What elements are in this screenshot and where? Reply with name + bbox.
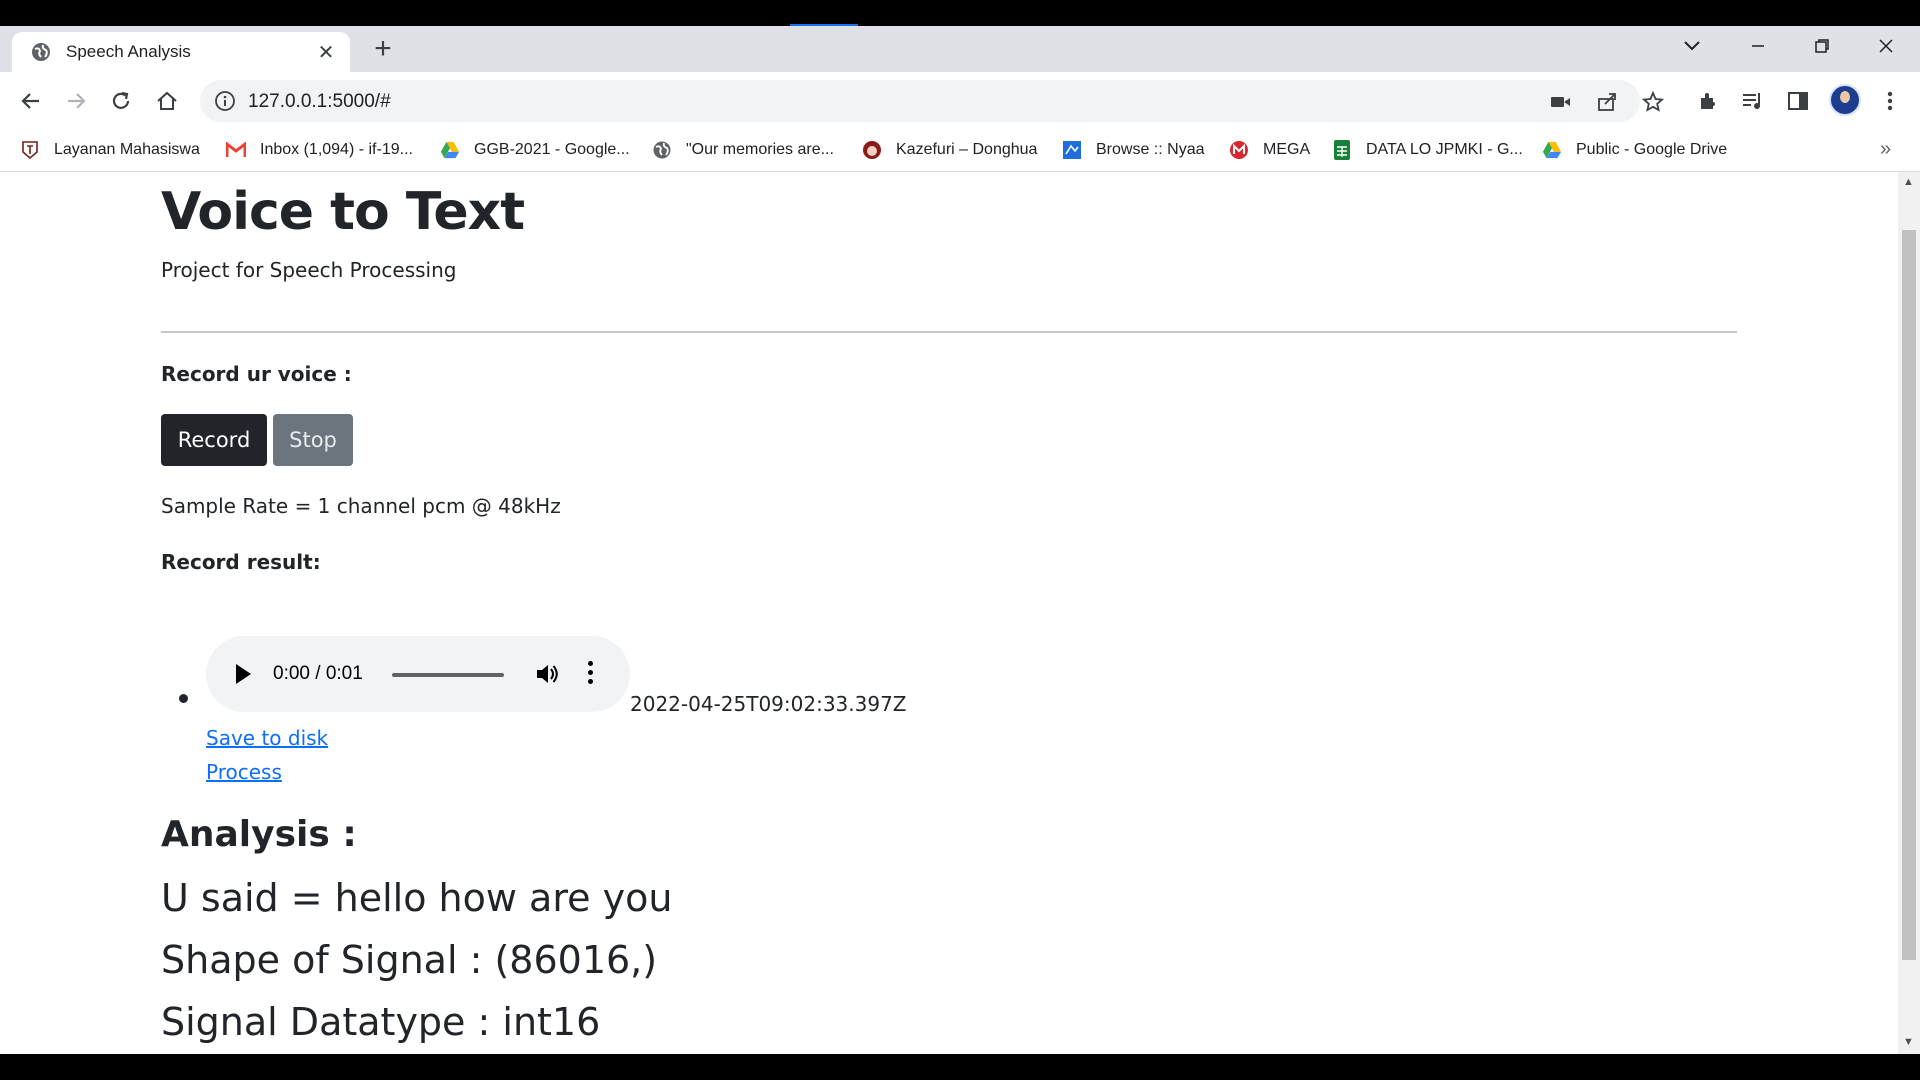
forward-icon[interactable] <box>59 84 93 118</box>
process-link[interactable]: Process <box>206 760 282 784</box>
scroll-down-arrow-icon[interactable]: ▼ <box>1903 1036 1914 1048</box>
home-icon[interactable] <box>150 84 184 118</box>
sample-rate-text: Sample Rate = 1 channel pcm @ 48kHz <box>161 494 561 518</box>
audio-progress-slider[interactable] <box>392 673 504 677</box>
google-sheets-icon <box>1332 140 1352 160</box>
side-panel-icon[interactable] <box>1781 84 1815 118</box>
share-icon[interactable] <box>1594 89 1620 115</box>
bookmark-label: Layanan Mahasiswa <box>54 141 200 158</box>
bookmark-kazefuri[interactable]: Kazefuri – Donghua <box>862 138 1037 162</box>
bookmark-star-icon[interactable] <box>1640 89 1666 115</box>
kazefuri-icon <box>862 140 882 160</box>
tab-strip: Speech Analysis ✕ + <box>0 26 1920 72</box>
url-text: 127.0.0.1:5000/# <box>248 91 391 112</box>
address-bar[interactable]: 127.0.0.1:5000/# <box>200 80 1664 122</box>
bookmark-our-memories[interactable]: "Our memories are... <box>652 138 834 162</box>
browser-menu-icon[interactable] <box>1873 84 1907 118</box>
recording-timestamp: 2022-04-25T09:02:33.397Z <box>630 692 907 716</box>
new-tab-button[interactable]: + <box>368 34 398 64</box>
tab-title: Speech Analysis <box>66 42 191 61</box>
mega-icon <box>1229 140 1249 160</box>
record-label: Record ur voice : <box>161 362 352 386</box>
audio-options-icon[interactable] <box>587 661 593 684</box>
gmail-icon <box>226 140 246 160</box>
tab-search-chevron-icon[interactable] <box>1662 26 1722 66</box>
result-signal-datatype: Signal Datatype : int16 <box>161 1000 601 1044</box>
close-window-icon[interactable] <box>1856 26 1916 66</box>
result-transcript: U said = hello how are you <box>161 876 673 920</box>
google-drive-icon <box>440 140 460 160</box>
restore-icon[interactable] <box>1792 26 1852 66</box>
bookmark-label: Kazefuri – Donghua <box>896 141 1038 158</box>
record-button[interactable]: Record <box>161 414 267 466</box>
bookmark-label: Public - Google Drive <box>1576 141 1728 158</box>
screen-bottom-strip <box>0 1054 1920 1080</box>
list-bullet <box>179 694 188 703</box>
more-bookmarks-chevron-icon[interactable]: » <box>1880 138 1891 161</box>
bookmark-public-google-drive[interactable]: Public - Google Drive <box>1542 138 1727 162</box>
result-signal-shape: Shape of Signal : (86016,) <box>161 938 658 982</box>
nyaa-icon <box>1062 140 1082 160</box>
bookmark-label: "Our memories are... <box>686 141 834 158</box>
bookmark-inbox[interactable]: Inbox (1,094) - if-19... <box>226 138 413 162</box>
scrollbar-thumb[interactable] <box>1902 230 1916 960</box>
bookmark-label: GGB-2021 - Google... <box>474 141 630 158</box>
stop-button[interactable]: Stop <box>273 414 353 466</box>
bookmark-label: DATA LO JPMKI - G... <box>1366 141 1523 158</box>
analysis-title: Analysis : <box>161 814 357 855</box>
record-result-label: Record result: <box>161 550 321 574</box>
bookmarks-bar: Layanan Mahasiswa Inbox (1,094) - if-19.… <box>0 128 1920 172</box>
volume-icon[interactable] <box>534 661 560 691</box>
audio-player[interactable]: 0:00 / 0:01 <box>206 636 630 712</box>
google-drive-icon <box>1542 140 1562 160</box>
bookmark-mega[interactable]: MEGA <box>1229 138 1310 162</box>
divider <box>161 331 1737 333</box>
globe-icon <box>30 41 52 63</box>
bookmark-data-lo-jpmki[interactable]: DATA LO JPMKI - G... <box>1332 138 1523 162</box>
bookmark-label: Browse :: Nyaa <box>1096 141 1205 158</box>
close-tab-icon[interactable]: ✕ <box>314 40 338 65</box>
bookmark-label: MEGA <box>1263 141 1311 158</box>
bookmark-nyaa[interactable]: Browse :: Nyaa <box>1062 138 1204 162</box>
page-subtitle: Project for Speech Processing <box>161 258 457 282</box>
tab-speech-analysis[interactable]: Speech Analysis ✕ <box>12 32 350 72</box>
minimize-icon[interactable] <box>1728 26 1788 66</box>
bookmark-ggb-2021[interactable]: GGB-2021 - Google... <box>440 138 630 162</box>
audio-time: 0:00 / 0:01 <box>273 663 363 684</box>
bookmark-label: Inbox (1,094) - if-19... <box>260 141 413 158</box>
media-queue-icon[interactable] <box>1736 84 1770 118</box>
play-icon[interactable] <box>236 664 251 684</box>
reload-icon[interactable] <box>104 84 138 118</box>
page-title: Voice to Text <box>161 182 525 242</box>
page-scrollbar[interactable]: ▲ ▼ <box>1898 172 1920 1054</box>
profile-avatar[interactable] <box>1829 84 1861 116</box>
globe-icon <box>652 140 672 160</box>
extensions-icon[interactable] <box>1691 84 1725 118</box>
page-viewport: Voice to Text Project for Speech Process… <box>0 172 1920 1054</box>
site-info-icon[interactable] <box>214 90 236 117</box>
browser-toolbar: 127.0.0.1:5000/# <box>0 72 1920 128</box>
camera-icon[interactable] <box>1548 89 1574 115</box>
back-icon[interactable] <box>14 84 48 118</box>
bookmark-layanan-mahasiswa[interactable]: Layanan Mahasiswa <box>20 138 200 162</box>
screen-top-strip <box>0 0 1920 26</box>
university-icon <box>20 140 40 160</box>
scroll-up-arrow-icon[interactable]: ▲ <box>1903 176 1914 188</box>
save-to-disk-link[interactable]: Save to disk <box>206 726 328 750</box>
